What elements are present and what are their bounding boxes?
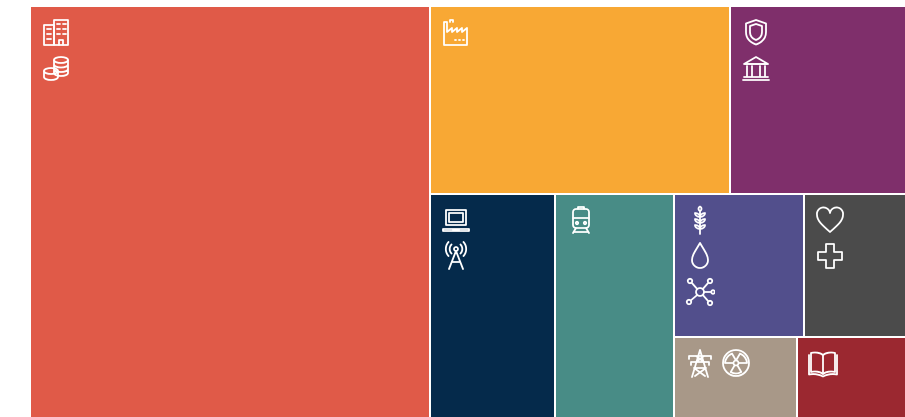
tile-ict-telecom[interactable] — [431, 195, 554, 417]
tile-icons — [685, 348, 751, 378]
power-pylon-icon — [685, 348, 715, 378]
tile-icons — [808, 348, 838, 378]
radiation-icon — [721, 348, 751, 378]
tile-property-finance[interactable] — [31, 7, 429, 417]
tile-icons — [41, 17, 71, 83]
tile-industry[interactable] — [431, 7, 729, 193]
book-icon — [808, 348, 838, 378]
tile-agri-water-chemicals[interactable] — [675, 195, 803, 336]
shield-icon — [741, 17, 771, 47]
coins-icon — [41, 53, 71, 83]
tile-icons — [441, 17, 471, 47]
treemap-chart — [0, 0, 905, 417]
wheat-icon — [685, 205, 715, 235]
medical-cross-icon — [815, 241, 845, 271]
tile-icons — [741, 17, 771, 83]
bank-icon — [741, 53, 771, 83]
laptop-icon — [441, 205, 471, 235]
tile-icons — [685, 205, 715, 307]
antenna-icon — [441, 241, 471, 271]
tile-government[interactable] — [731, 7, 905, 193]
tile-energy[interactable] — [675, 338, 796, 417]
tile-icons — [566, 205, 596, 235]
tile-icons — [441, 205, 471, 271]
heart-icon — [815, 205, 845, 235]
buildings-icon — [41, 17, 71, 47]
tile-education[interactable] — [798, 338, 905, 417]
train-icon — [566, 205, 596, 235]
factory-icon — [441, 17, 471, 47]
water-drop-icon — [685, 241, 715, 271]
tile-transport[interactable] — [556, 195, 673, 417]
tile-icons — [815, 205, 845, 271]
tile-health[interactable] — [805, 195, 905, 336]
molecule-icon — [685, 277, 715, 307]
